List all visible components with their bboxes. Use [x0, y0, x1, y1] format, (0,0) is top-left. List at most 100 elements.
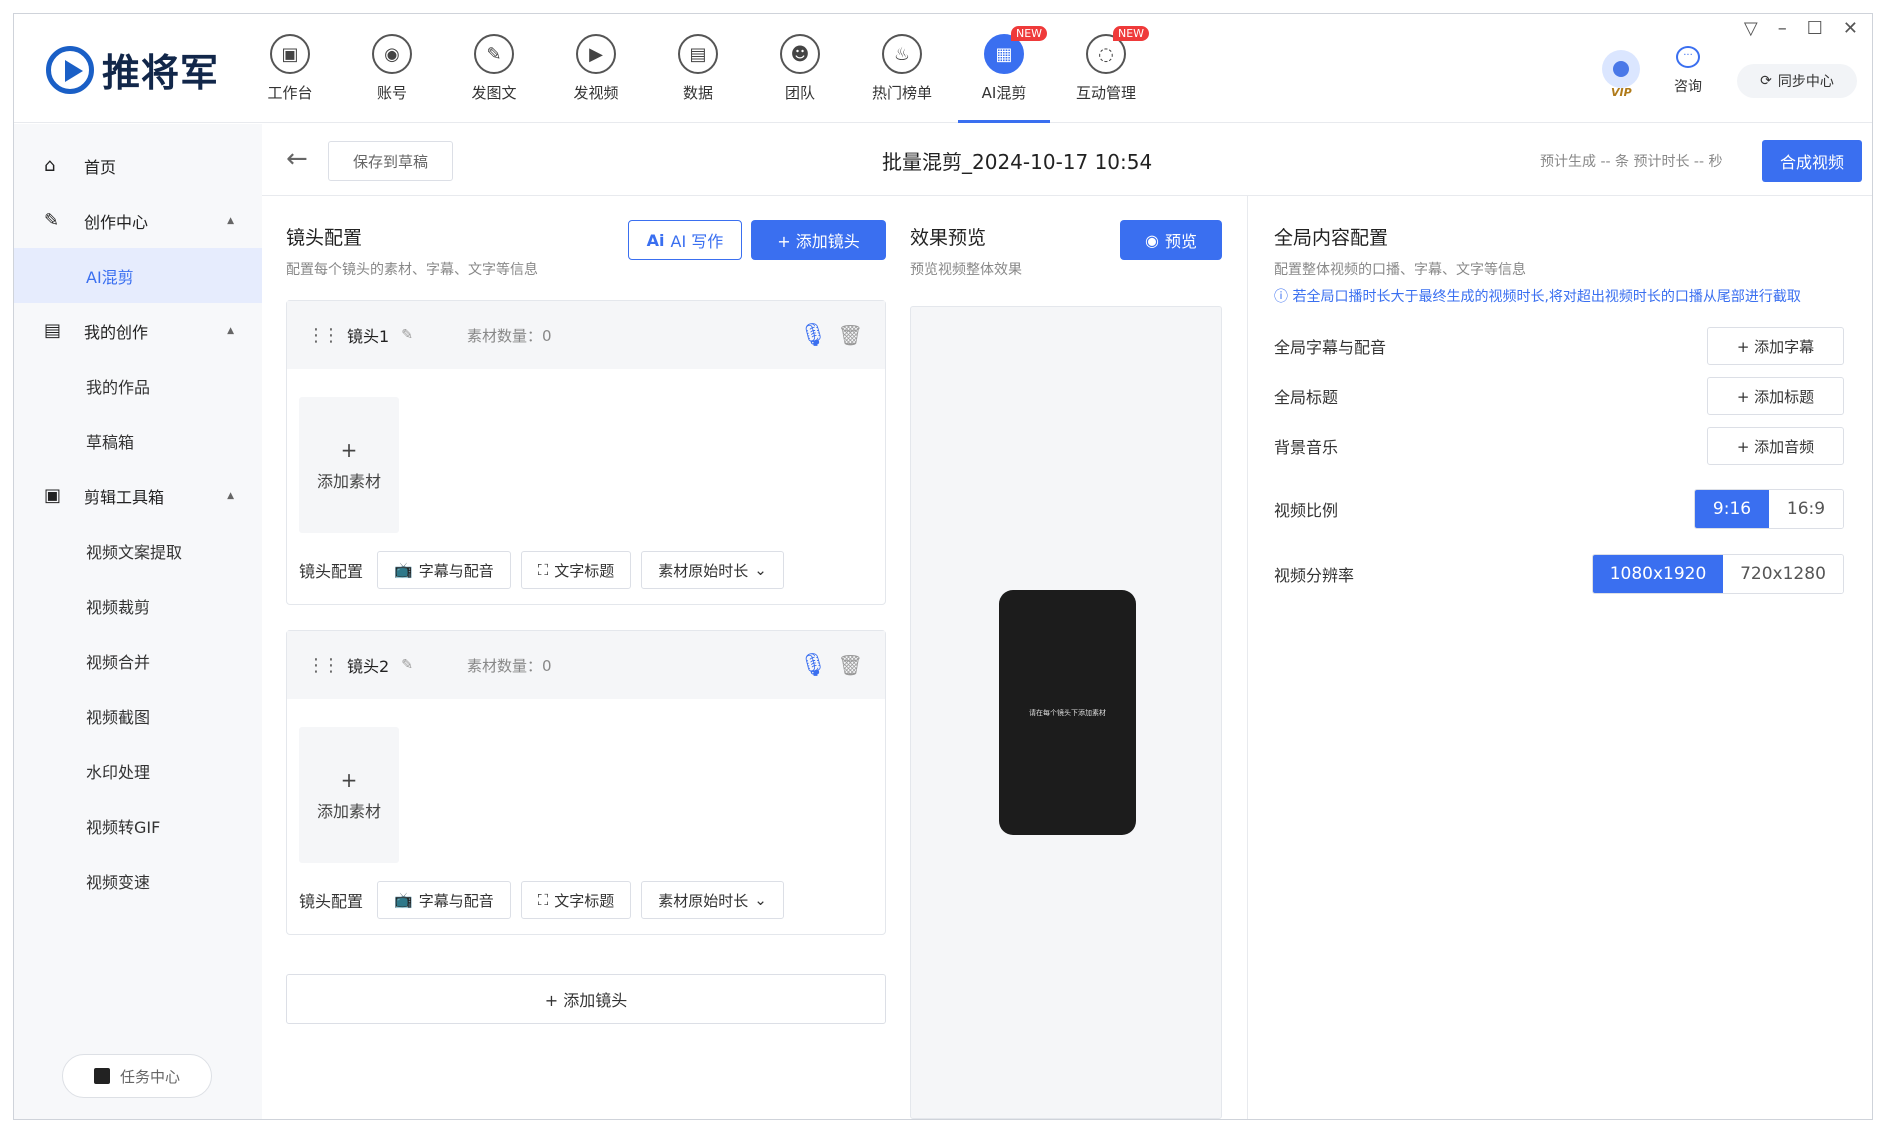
new-badge: NEW [1011, 26, 1048, 41]
task-list-icon [93, 1068, 110, 1084]
shot-config-label: 镜头配置 [299, 892, 364, 911]
ai-write-button[interactable]: Ai AI 写作 [628, 220, 742, 260]
edit-icon[interactable]: ✎ [401, 657, 413, 673]
nav-account[interactable]: ◉ 账号 [341, 14, 443, 123]
sidebar-item-toolbox[interactable]: ▣ 剪辑工具箱 ▲ [14, 468, 262, 523]
main-area: ← 保存到草稿 批量混剪_2024-10-17 10:54 预计生成 -- 条 … [262, 124, 1872, 1119]
ai-icon: Ai [646, 230, 665, 250]
ratio-option-16-9[interactable]: 16:9 [1769, 490, 1843, 528]
add-material-label: 添加素材 [316, 802, 381, 821]
section-subtitle: 配置每个镜头的素材、字幕、文字等信息 [286, 262, 538, 278]
sidebar-item-tool[interactable]: 视频合并 [14, 633, 262, 688]
sidebar-item-tool[interactable]: 视频转GIF [14, 798, 262, 853]
consult-label: 咨询 [1674, 79, 1702, 95]
subtitle-dub-button[interactable]: 📺 字幕与配音 [377, 881, 511, 919]
drag-handle-icon[interactable]: ⋮⋮ [307, 655, 340, 676]
main-nav: ▣ 工作台 ◉ 账号 ✎ 发图文 ▶ 发视频 ▤ 数据 ☻ 团队 ♨ 热门榜单 … [239, 14, 1157, 123]
subtitle-dub-button[interactable]: 📺 字幕与配音 [377, 551, 511, 589]
maximize-icon[interactable]: ☐ [1807, 18, 1823, 39]
sidebar-item-tool[interactable]: 视频文案提取 [14, 523, 262, 578]
sync-center-button[interactable]: ⟳ 同步中心 [1737, 64, 1857, 98]
resolution-option-720[interactable]: 720x1280 [1723, 555, 1843, 593]
shot-card: ⋮⋮ 镜头1 ✎ 素材数量：0 🎙 🗑 + 添加素材 镜头配置 📺 字幕与配音 ⛶… [286, 300, 886, 605]
material-count: 素材数量：0 [467, 326, 552, 345]
sidebar-item-my-creation[interactable]: ▤ 我的创作 ▲ [14, 303, 262, 358]
logo-text: 推将军 [102, 51, 220, 95]
nav-post-video[interactable]: ▶ 发视频 [545, 14, 647, 123]
editor-toolbar: ← 保存到草稿 批量混剪_2024-10-17 10:54 预计生成 -- 条 … [262, 124, 1872, 196]
add-material-button[interactable]: + 添加素材 [299, 727, 399, 863]
section-title: 效果预览 [910, 227, 987, 249]
shot-config-panel: 镜头配置 配置每个镜头的素材、字幕、文字等信息 Ai AI 写作 + 添加镜头 … [286, 196, 886, 1119]
sidebar-item-label: 我的创作 [84, 322, 149, 342]
duration-dropdown[interactable]: 素材原始时长 ⌄ [641, 881, 784, 919]
edit-icon[interactable]: ✎ [401, 327, 413, 343]
panel-divider [1247, 196, 1248, 1119]
sidebar-item-creation-center[interactable]: ✎ 创作中心 ▲ [14, 193, 262, 248]
sidebar-item-tool[interactable]: 水印处理 [14, 743, 262, 798]
user-icon [1613, 61, 1629, 77]
add-shot-button[interactable]: + 添加镜头 [751, 220, 886, 260]
nav-label: 工作台 [267, 84, 313, 102]
shot-header: ⋮⋮ 镜头2 ✎ 素材数量：0 🎙 🗑 [287, 631, 885, 699]
sidebar-item-tool[interactable]: 视频截图 [14, 688, 262, 743]
text-scan-icon: ⛶ [537, 891, 549, 909]
trash-icon[interactable]: 🗑 [838, 653, 863, 677]
nav-hot-list[interactable]: ♨ 热门榜单 [851, 14, 953, 123]
avatar[interactable] [1602, 50, 1640, 88]
sidebar-item-label: 创作中心 [84, 212, 149, 232]
plus-icon: + [340, 438, 358, 462]
window-controls: ▽ – ☐ ✕ [1744, 18, 1858, 39]
trash-icon[interactable]: 🗑 [838, 323, 863, 347]
duration-dropdown[interactable]: 素材原始时长 ⌄ [641, 551, 784, 589]
close-icon[interactable]: ✕ [1843, 18, 1858, 39]
task-center-button[interactable]: 任务中心 [62, 1054, 212, 1098]
dropdown-icon[interactable]: ▽ [1744, 18, 1758, 39]
nav-post-article[interactable]: ✎ 发图文 [443, 14, 545, 123]
add-audio-button[interactable]: + 添加音频 [1707, 427, 1844, 465]
text-scan-icon: ⛶ [537, 561, 549, 579]
text-title-button[interactable]: ⛶ 文字标题 [520, 881, 632, 919]
microphone-icon[interactable]: 🎙 [799, 653, 827, 678]
sidebar-item-home[interactable]: ⌂ 首页 [14, 138, 262, 193]
home-icon: ⌂ [44, 155, 56, 176]
add-material-label: 添加素材 [316, 472, 381, 491]
consult-button[interactable]: ··· 咨询 [1674, 46, 1702, 96]
nav-data[interactable]: ▤ 数据 [647, 14, 749, 123]
sidebar-item-tool[interactable]: 视频裁剪 [14, 578, 262, 633]
nav-workbench[interactable]: ▣ 工作台 [239, 14, 341, 123]
button-label: 文字标题 [554, 891, 615, 910]
nav-interaction[interactable]: NEW ◌ 互动管理 [1055, 14, 1157, 123]
minimize-icon[interactable]: – [1778, 18, 1787, 39]
shot-config-row: 镜头配置 📺 字幕与配音 ⛶ 文字标题 素材原始时长 ⌄ [299, 551, 784, 589]
add-shot-bottom-button[interactable]: + 添加镜头 [286, 974, 886, 1024]
compose-video-button[interactable]: 合成视频 [1762, 140, 1862, 182]
plus-icon: + [340, 768, 358, 792]
text-title-button[interactable]: ⛶ 文字标题 [520, 551, 632, 589]
row-label: 全局字幕与配音 [1274, 338, 1387, 357]
app-logo[interactable]: 推将军 [46, 42, 219, 97]
sidebar-item-drafts[interactable]: 草稿箱 [14, 413, 262, 468]
add-material-button[interactable]: + 添加素材 [299, 397, 399, 533]
nav-label: 团队 [784, 84, 815, 102]
resolution-option-1080[interactable]: 1080x1920 [1593, 555, 1723, 593]
post-article-icon: ✎ [474, 34, 514, 74]
sidebar-item-tool[interactable]: 视频变速 [14, 853, 262, 908]
add-title-button[interactable]: + 添加标题 [1707, 377, 1844, 415]
microphone-icon[interactable]: 🎙 [799, 323, 827, 348]
refresh-icon: ⟳ [1760, 73, 1772, 89]
preview-button[interactable]: ◉ 预览 [1120, 220, 1222, 260]
back-arrow-icon[interactable]: ← [286, 144, 308, 174]
sidebar: ⌂ 首页 ✎ 创作中心 ▲ AI混剪 ▤ 我的创作 ▲ 我的作品 草稿箱 ▣ 剪… [14, 124, 262, 1119]
add-subtitle-button[interactable]: + 添加字幕 [1707, 327, 1844, 365]
drag-handle-icon[interactable]: ⋮⋮ [307, 325, 340, 346]
phone-preview: 请在每个镜头下添加素材 [999, 590, 1136, 835]
nav-team[interactable]: ☻ 团队 [749, 14, 851, 123]
ai-write-label: AI 写作 [670, 232, 724, 251]
sidebar-item-ai-mix[interactable]: AI混剪 [14, 248, 262, 303]
sidebar-item-my-works[interactable]: 我的作品 [14, 358, 262, 413]
button-label: 字幕与配音 [418, 561, 494, 580]
save-draft-button[interactable]: 保存到草稿 [328, 141, 453, 181]
ratio-option-9-16[interactable]: 9:16 [1695, 490, 1769, 528]
nav-ai-mix[interactable]: NEW ▦ AI混剪 [953, 14, 1055, 123]
